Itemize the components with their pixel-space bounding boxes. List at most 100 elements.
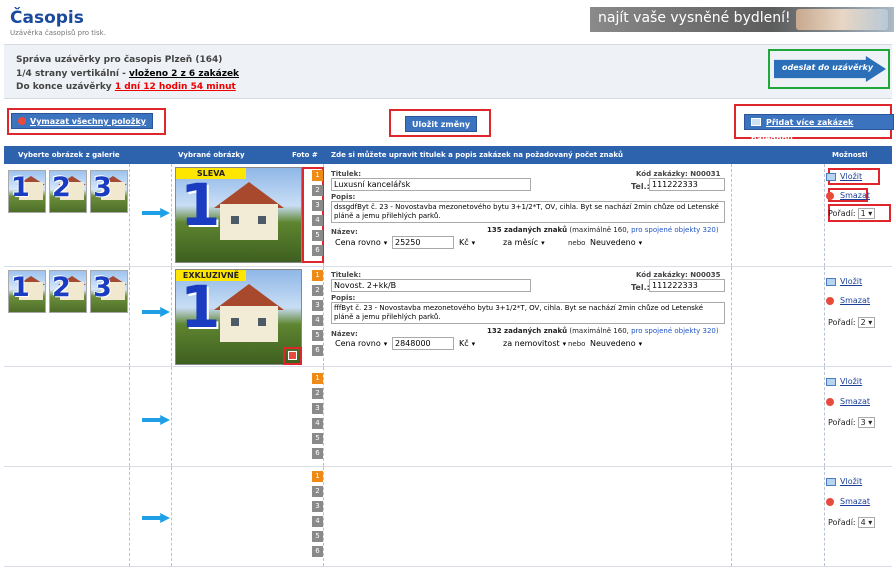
gallery-thumb-2[interactable]: 2 <box>49 270 87 313</box>
price-input[interactable]: 2848000 <box>392 337 454 350</box>
save-button[interactable]: Uložit změny <box>405 116 478 132</box>
deadline-link[interactable]: 1 dní 12 hodin 54 minut <box>115 82 236 92</box>
gallery-thumb-1[interactable]: 1 <box>8 170 46 213</box>
title-input[interactable]: Luxusní kancelářsk <box>331 178 531 191</box>
page-subtitle: Uzávěrka časopisů pro tisk. <box>10 29 106 37</box>
order-control: Pořadí: 4 ▾ <box>828 517 876 528</box>
header-options: Možnosti <box>832 151 868 159</box>
photo-number-5[interactable]: 5 <box>312 330 323 341</box>
photo-number-5[interactable]: 5 <box>312 230 323 241</box>
delete-icon <box>826 192 834 200</box>
table-row: 1 2 3 4 5 6 Vložit Smazat Pořadí: 3 ▾ <box>4 367 892 467</box>
photo-number-6[interactable]: 6 <box>312 245 323 256</box>
tel-input[interactable]: 111222333 <box>649 178 725 191</box>
banner-photo <box>796 9 888 30</box>
joined-objects-link[interactable]: pro spojené objekty 320) <box>631 226 719 234</box>
delete-link[interactable]: Smazat <box>840 397 870 406</box>
tel-input[interactable]: 111222333 <box>649 279 725 292</box>
description-textarea[interactable]: dssgdfByt č. 23 - Novostavba mezonetovéh… <box>331 201 725 223</box>
photo-number-1[interactable]: 1 <box>312 170 323 181</box>
description-textarea[interactable]: fffByt č. 23 - Novostavba mezonetového b… <box>331 302 725 324</box>
title-input[interactable]: Novost. 2+kk/B <box>331 279 531 292</box>
photo-number-3[interactable]: 3 <box>312 403 323 414</box>
order-select[interactable]: 2 ▾ <box>857 317 876 328</box>
gallery-thumb-3[interactable]: 3 <box>90 170 128 213</box>
photo-number-2[interactable]: 2 <box>312 185 323 196</box>
delete-link[interactable]: Smazat <box>840 497 870 506</box>
order-code: Kód zakázky: N00031 <box>636 170 721 178</box>
delete-icon <box>826 297 834 305</box>
photo-number-6[interactable]: 6 <box>312 448 323 459</box>
joined-objects-link[interactable]: pro spojené objekty 320) <box>631 327 719 335</box>
header-photo-no: Foto # <box>292 151 318 159</box>
photo-number-1[interactable]: 1 <box>312 373 323 384</box>
order-label: Pořadí: <box>828 318 856 327</box>
insert-link[interactable]: Vložit <box>840 477 862 486</box>
period-select[interactable]: za měsíc <box>503 237 545 249</box>
photo-number-4[interactable]: 4 <box>312 516 323 527</box>
gallery-thumb-2[interactable]: 2 <box>49 170 87 213</box>
insert-icon <box>826 478 836 486</box>
gallery-thumb-3[interactable]: 3 <box>90 270 128 313</box>
char-counter: 132 zadaných znaků (maximálně 160, pro s… <box>487 327 719 335</box>
photo-number-1[interactable]: 1 <box>312 471 323 482</box>
banner[interactable]: najít vaše vysněné bydlení! <box>590 7 894 32</box>
photo-number-4[interactable]: 4 <box>312 215 323 226</box>
insert-link[interactable]: Vložit <box>840 377 862 386</box>
title-label: Titulek: <box>331 170 362 178</box>
period-select[interactable]: za nemovitost <box>503 338 566 350</box>
char-max: (maximálně 160, <box>567 327 632 335</box>
price-type-select[interactable]: Cena rovno <box>335 237 387 249</box>
photo-number-4[interactable]: 4 <box>312 418 323 429</box>
name-label: Název: <box>331 330 358 338</box>
order-value: 2 <box>860 318 866 327</box>
clear-all-button[interactable]: Vymazat všechny položky <box>11 113 153 129</box>
gallery-thumb-1[interactable]: 1 <box>8 270 46 313</box>
order-value: 4 <box>860 518 866 527</box>
order-select[interactable]: 1 ▾ <box>857 208 876 219</box>
tel-label: Tel.: <box>631 283 650 292</box>
order-label: Pořadí: <box>828 418 856 427</box>
photo-number-3[interactable]: 3 <box>312 200 323 211</box>
photo-number-4[interactable]: 4 <box>312 315 323 326</box>
order-value: 3 <box>860 418 866 427</box>
order-control: Pořadí: 3 ▾ <box>828 417 876 428</box>
remove-photo-icon[interactable] <box>288 351 297 360</box>
photo-number-2[interactable]: 2 <box>312 486 323 497</box>
insert-link[interactable]: Vložit <box>840 172 862 181</box>
currency-select[interactable]: Kč <box>459 338 475 350</box>
photo-number-1[interactable]: 1 <box>312 270 323 281</box>
char-counter: 135 zadaných znaků (maximálně 160, pro s… <box>487 226 719 234</box>
order-select[interactable]: 3 ▾ <box>857 417 876 428</box>
other-select[interactable]: Neuvedeno <box>590 338 642 350</box>
photo-number-3[interactable]: 3 <box>312 300 323 311</box>
photo-number-3[interactable]: 3 <box>312 501 323 512</box>
price-type-select[interactable]: Cena rovno <box>335 338 387 350</box>
header-selected: Vybrané obrázky <box>178 151 245 159</box>
char-count: 135 zadaných znaků <box>487 226 568 234</box>
format-text: 1/4 strany vertikální - <box>16 69 129 79</box>
insert-link[interactable]: Vložit <box>840 277 862 286</box>
add-more-button[interactable]: Přidat více zakázek najednou <box>744 114 894 143</box>
header-gallery: Vyberte obrázek z galerie <box>18 151 120 159</box>
currency-select[interactable]: Kč <box>459 237 475 249</box>
inserted-count-link[interactable]: vloženo 2 z 6 zakázek <box>129 69 239 79</box>
order-select[interactable]: 4 ▾ <box>857 517 876 528</box>
char-count: 132 zadaných znaků <box>487 327 568 335</box>
delete-link[interactable]: Smazat <box>840 296 870 305</box>
photo-number-6[interactable]: 6 <box>312 546 323 557</box>
order-value: 1 <box>860 209 866 218</box>
photo-number-2[interactable]: 2 <box>312 388 323 399</box>
header-edit: Zde si můžete upravit titulek a popis za… <box>331 151 623 159</box>
photo-number-2[interactable]: 2 <box>312 285 323 296</box>
info-panel: Správa uzávěrky pro časopis Plzeň (164) … <box>4 44 892 99</box>
photo-number-5[interactable]: 5 <box>312 433 323 444</box>
arrow-right-icon <box>142 513 170 523</box>
delete-link[interactable]: Smazat <box>840 191 870 200</box>
selected-photo[interactable]: 1 SLEVA <box>175 167 302 263</box>
photo-number-6[interactable]: 6 <box>312 345 323 356</box>
other-select[interactable]: Neuvedeno <box>590 237 642 249</box>
insert-icon <box>826 378 836 386</box>
photo-number-5[interactable]: 5 <box>312 531 323 542</box>
price-input[interactable]: 25250 <box>392 236 454 249</box>
